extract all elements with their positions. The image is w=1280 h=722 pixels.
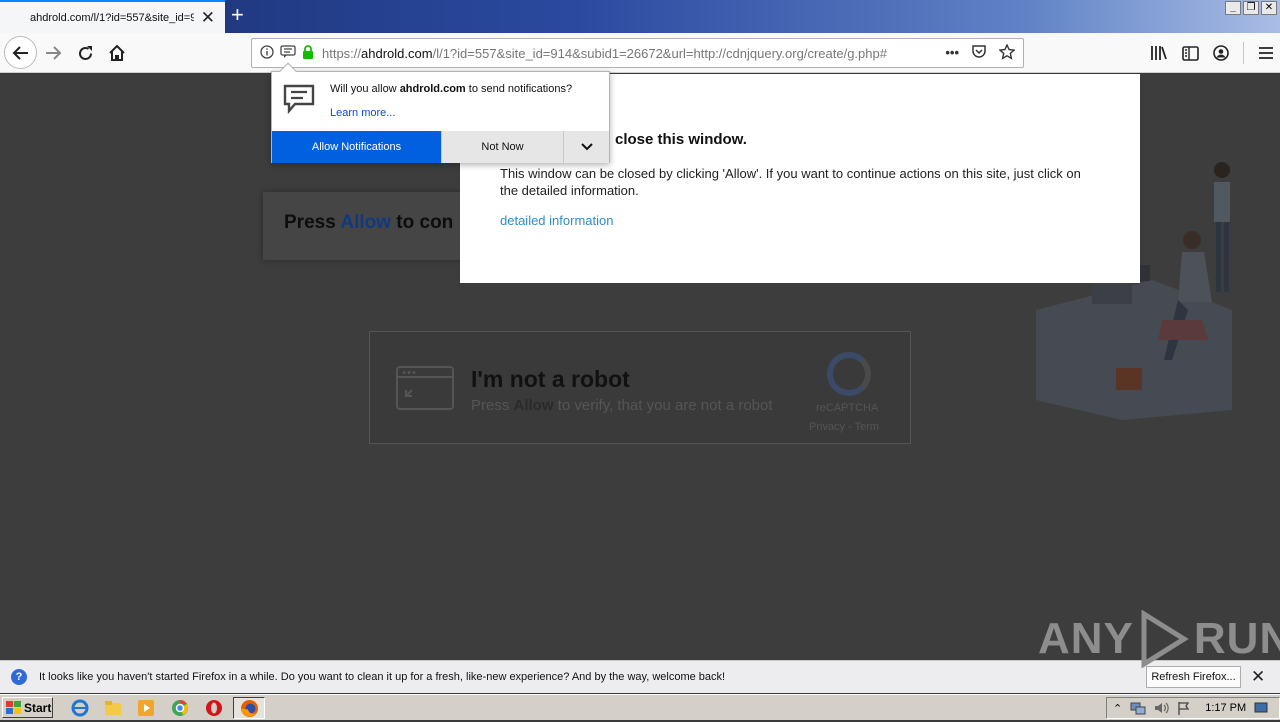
notification-bar-close-icon[interactable]: ✕ (1251, 668, 1265, 685)
firefox-icon (241, 700, 258, 717)
media-player-icon[interactable] (137, 699, 155, 717)
more-options-dropdown[interactable] (563, 131, 609, 163)
help-icon: ? (11, 669, 27, 685)
internet-explorer-icon[interactable] (71, 699, 89, 717)
url-path: /l/1?id=557&site_id=914&subid1=26672&url… (432, 46, 887, 61)
anyrun-watermark: ANY RUN (1038, 610, 1280, 668)
url-text[interactable]: https://ahdrold.com/l/1?id=557&site_id=9… (322, 46, 887, 61)
recaptcha-links[interactable]: Privacy - Term (809, 421, 879, 433)
press-allow-text: Press Allow to con (284, 212, 453, 234)
recaptcha-label: reCAPTCHA (816, 402, 879, 414)
network-icon[interactable] (1130, 701, 1146, 715)
action-center-flag-icon[interactable] (1177, 701, 1191, 715)
permission-message: Will you allow ahdrold.com to send notif… (330, 83, 572, 95)
press-post: to con (391, 212, 454, 233)
page-actions: ••• (945, 44, 1015, 60)
opera-icon[interactable] (205, 699, 223, 717)
start-label: Start (24, 700, 52, 715)
home-button[interactable] (102, 38, 132, 68)
tray-expand-icon[interactable]: ⌃ (1113, 702, 1122, 715)
captcha-title: I'm not a robot (471, 366, 630, 392)
tab-active[interactable]: ahdrold.com/l/1?id=557&site_id=914 ✕ (0, 0, 225, 33)
chrome-icon[interactable] (171, 699, 189, 717)
window-controls: _ ❐ ✕ (1225, 1, 1277, 15)
press-allow-word: Allow (340, 212, 392, 233)
tab-close-icon[interactable]: ✕ (201, 9, 215, 26)
captcha-sub-allow: Allow (513, 397, 554, 414)
minimize-button[interactable]: _ (1225, 1, 1241, 15)
pocket-icon[interactable] (971, 44, 987, 60)
browser-window-icon (396, 366, 454, 410)
show-desktop-icon[interactable] (1254, 702, 1268, 714)
refresh-firefox-button[interactable]: Refresh Firefox... (1146, 666, 1241, 688)
page-actions-menu-icon[interactable]: ••• (945, 45, 959, 60)
toolbar-separator (1243, 42, 1244, 64)
permission-message-pre: Will you allow (330, 83, 400, 95)
start-button[interactable]: Start (2, 697, 53, 718)
tray-clock[interactable]: 1:17 PM (1205, 702, 1246, 714)
info-icon[interactable] (260, 45, 274, 59)
home-icon (109, 44, 125, 61)
chat-bubble-icon (283, 84, 315, 119)
windows-logo-icon (6, 700, 21, 714)
url-host: ahdrold.com (361, 46, 433, 61)
reload-icon (78, 45, 92, 60)
learn-more-link[interactable]: Learn more... (330, 107, 395, 119)
toolbar-right (1150, 42, 1274, 64)
url-bar[interactable]: https://ahdrold.com/l/1?id=557&site_id=9… (251, 38, 1024, 68)
popup-buttons: Allow Notifications Not Now (272, 131, 609, 163)
reload-button[interactable] (70, 38, 100, 68)
modal-body: This window can be closed by clicking 'A… (500, 166, 1081, 198)
identity-box (260, 45, 314, 59)
watermark-right: RUN (1193, 614, 1280, 663)
allow-notifications-button[interactable]: Allow Notifications (272, 131, 441, 163)
navigation-toolbar: https://ahdrold.com/l/1?id=557&site_id=9… (0, 33, 1280, 73)
watermark-left: ANY (1038, 614, 1134, 663)
new-tab-button[interactable]: + (231, 4, 244, 26)
file-explorer-icon[interactable] (104, 699, 122, 717)
back-button[interactable] (4, 36, 37, 69)
notification-permission-popup: Will you allow ahdrold.com to send notif… (271, 62, 610, 163)
press-pre: Press (284, 212, 341, 233)
back-arrow-icon (12, 45, 28, 60)
forward-arrow-icon (46, 46, 62, 60)
detailed-information-link[interactable]: detailed information (500, 213, 613, 228)
library-icon[interactable] (1150, 45, 1168, 61)
modal-title: close this window. (615, 131, 747, 148)
play-triangle-icon (1141, 610, 1189, 668)
permission-message-post: to send notifications? (465, 83, 573, 95)
taskbar-firefox-button[interactable] (233, 697, 265, 719)
notification-permission-icon[interactable] (280, 45, 296, 59)
captcha-sub-post: to verify, that you are not a robot (553, 397, 773, 414)
close-window-button[interactable]: ✕ (1261, 1, 1277, 15)
fake-captcha-box[interactable]: I'm not a robot Press Allow to verify, t… (369, 331, 911, 444)
forward-button[interactable] (38, 38, 68, 68)
hamburger-menu-icon[interactable] (1258, 46, 1274, 60)
not-now-button[interactable]: Not Now (441, 131, 563, 163)
captcha-subtitle: Press Allow to verify, that you are not … (471, 397, 773, 414)
notification-bar-text: It looks like you haven't started Firefo… (39, 671, 726, 683)
windows-taskbar: Start ⌃ 1:17 PM (0, 694, 1280, 720)
sidebar-icon[interactable] (1182, 45, 1199, 61)
permission-message-host: ahdrold.com (399, 83, 466, 95)
bookmark-star-icon[interactable] (999, 44, 1015, 60)
url-prefix: https:// (322, 46, 362, 61)
captcha-sub-pre: Press (471, 397, 514, 414)
chevron-down-icon (580, 143, 593, 151)
system-tray: ⌃ 1:17 PM (1106, 697, 1280, 719)
lock-icon[interactable] (302, 45, 314, 59)
restore-button[interactable]: ❐ (1243, 1, 1259, 15)
account-icon[interactable] (1213, 45, 1229, 61)
tab-strip: ahdrold.com/l/1?id=557&site_id=914 ✕ + _… (0, 0, 1280, 33)
recaptcha-logo-icon (827, 352, 871, 396)
volume-icon[interactable] (1154, 701, 1169, 715)
tab-title: ahdrold.com/l/1?id=557&site_id=914 (30, 11, 194, 24)
